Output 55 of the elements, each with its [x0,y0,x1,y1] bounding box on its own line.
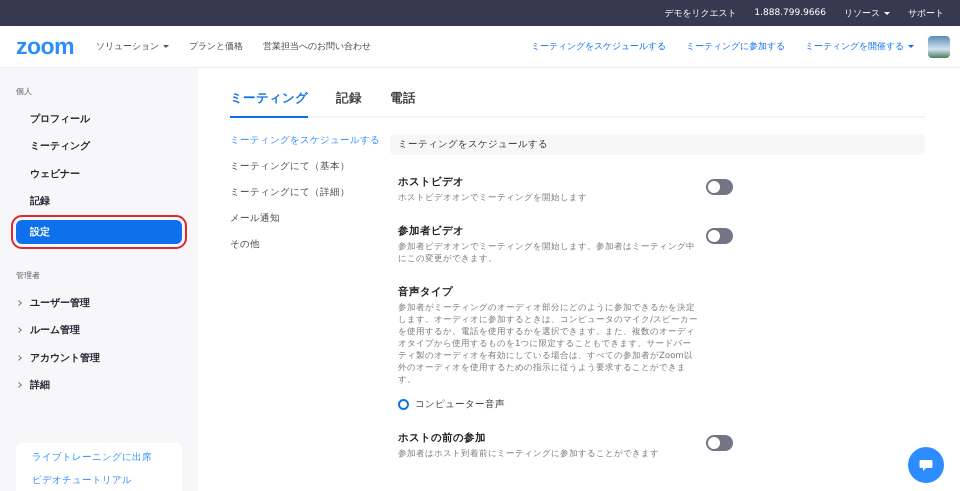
top-link[interactable]: サポート [908,6,944,20]
sidebar-item-label: ウェビナー [30,168,80,181]
sidebar-item-label: ユーザー管理 [30,296,90,310]
chat-icon [919,458,933,472]
sidebar-item[interactable]: ウェビナー [16,160,182,188]
top-link[interactable]: 1.888.799.9666 [754,8,826,18]
setting-title: ホストの前の参加 [398,431,487,445]
sidebar-item[interactable]: 詳細 [16,372,182,399]
tab[interactable]: 記録 [336,86,362,118]
sidebar-item[interactable]: プロフィール [16,105,182,132]
toggle-switch[interactable] [706,228,733,244]
toggle-switch[interactable] [706,435,733,451]
radio-button[interactable] [398,399,409,410]
sidebar-item-label: プロフィール [30,112,90,126]
submenu-link[interactable]: ミーティングにて（基本） [230,160,390,173]
section-label: 管理者 [16,270,41,281]
setting-description: ホストビデオオンでミーティングを開始します [398,192,588,204]
sidebar-item[interactable]: ルーム管理 [16,316,182,344]
sidebar-item-label: ミーティング [30,140,90,154]
setting-description: 参加者がミーティングのオーディオ部分にどのように参加できるかを決定します。オーディオに参加するときは、コンピュータのマイク/スピーカーを使用するか、電話を使用するかを選択できます。また、複数のオーディオタイプから使用するものを1つに限定することもできます。サードパーティ製のオーディオを有効にしている場合は、すべての参加者がZoom以外のオーディオを使用するための指示に従うよう要求することができます。 [398,302,698,386]
top-link[interactable]: リソース [844,6,890,20]
photo-placeholder[interactable] [928,36,950,58]
tab[interactable]: 電話 [390,86,416,118]
nav-link[interactable]: ミーティングをスケジュールする [531,40,666,53]
nav-link[interactable]: プランと価格 [189,40,244,53]
sidebar-item-label: アカウント管理 [30,352,100,365]
setting-description: 参加者ビデオオンでミーティングを開始します。参加者はミーティング中にこの変更ができます。 [398,241,696,265]
chat-button[interactable] [908,447,944,483]
setting-title: ホストビデオ [398,175,465,189]
sidebar-item-label: 詳細 [30,378,50,392]
submenu-link[interactable]: メール通知 [230,212,390,225]
setting-description: 参加者はホスト到着前にミーティングに参加することができます [398,448,660,460]
submenu-link[interactable]: ミーティングにて（詳細） [230,186,390,199]
section-label: 個人 [16,86,33,97]
submenu-link[interactable]: その他 [230,238,390,251]
sidebar-item[interactable]: ミーティング [16,132,182,160]
radio-option[interactable]: コンピューター音声 [398,398,698,411]
sidebar-item[interactable]: 設定 [16,220,182,244]
caret-icon [884,12,890,15]
section-header: ミーティングをスケジュールする [390,134,925,155]
setting-title: 音声タイプ [398,285,454,299]
sidebar-item[interactable]: アカウント管理 [16,344,182,372]
nav-link[interactable]: ソリューション [96,40,170,53]
sidebar-item[interactable]: ユーザー管理 [16,289,182,316]
tab[interactable]: ミーティング [230,86,308,118]
sidebar-item-label: ルーム管理 [30,324,80,338]
sidebar-item-label: 設定 [30,225,50,239]
nav-link[interactable]: ミーティングを開催する [805,40,914,53]
sidebar-item[interactable]: 記録 [16,188,182,215]
toggle-switch[interactable] [706,179,733,195]
top-link[interactable]: デモをリクエスト [664,6,736,20]
sidebar-item-label: 記録 [30,194,50,208]
nav-link[interactable]: ミーティングに参加する [686,40,785,53]
nav-link[interactable]: 営業担当へのお問い合わせ [263,40,372,53]
setting-title: 参加者ビデオ [398,224,465,238]
